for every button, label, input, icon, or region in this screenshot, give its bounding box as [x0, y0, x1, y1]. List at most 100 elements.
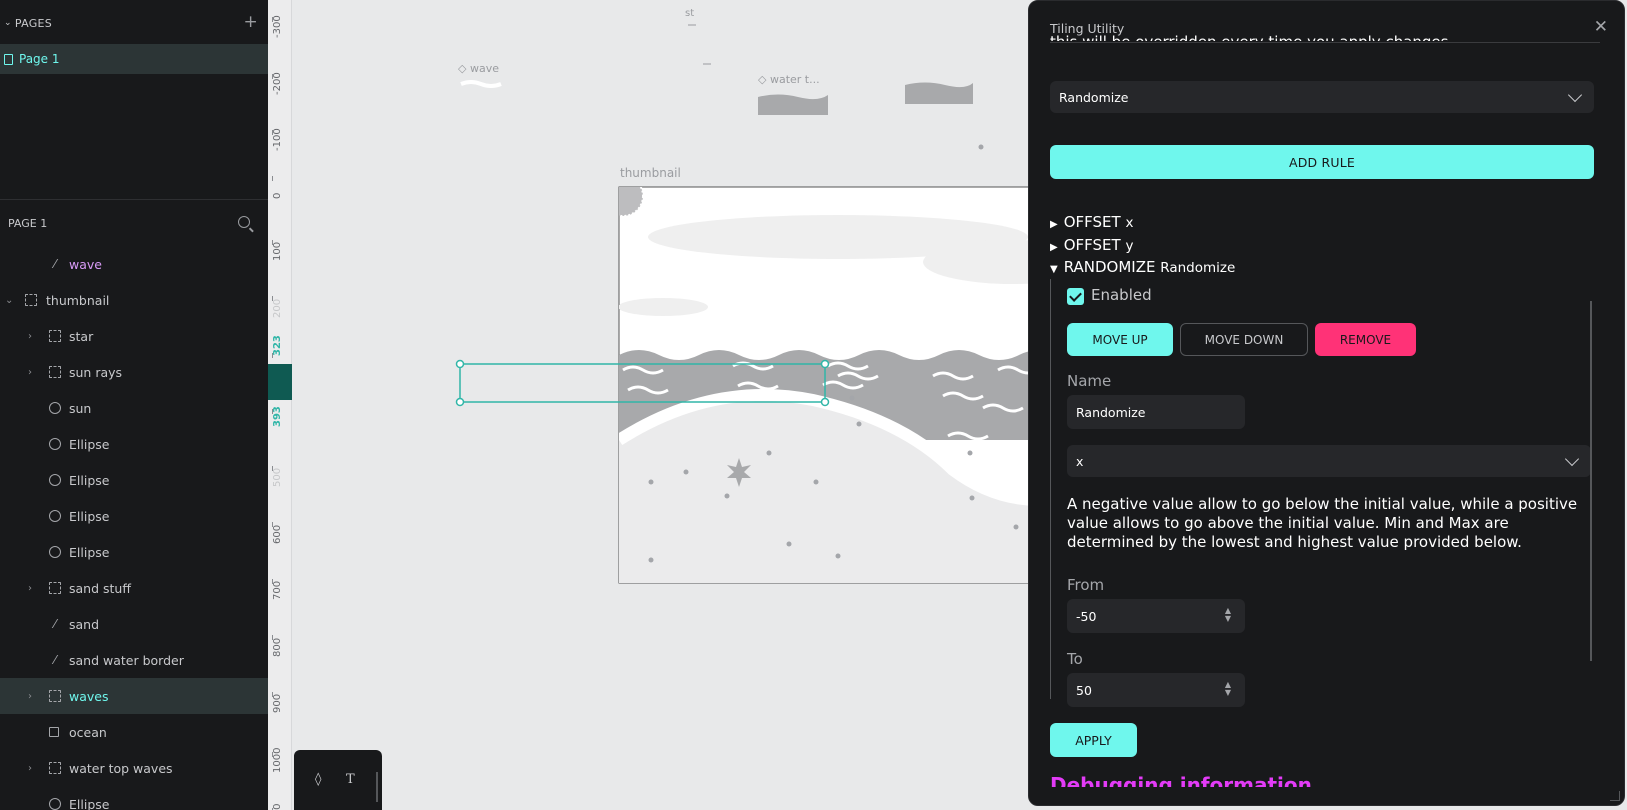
layer-row[interactable]: sun — [0, 390, 268, 426]
rule-type: RANDOMIZE — [1063, 258, 1156, 276]
ruler-tick-mark — [272, 578, 273, 584]
layer-label: Ellipse — [69, 472, 110, 488]
panel-scrollbar[interactable] — [1590, 301, 1592, 661]
chevron-right-icon[interactable]: › — [28, 763, 32, 774]
name-input-value: Randomize — [1076, 404, 1146, 420]
axis-select-value: x — [1076, 453, 1084, 469]
layer-label: thumbnail — [46, 292, 110, 308]
layer-row[interactable]: Ellipse — [0, 786, 268, 810]
layer-row[interactable]: Ellipse — [0, 462, 268, 498]
layer-row[interactable]: › sun rays — [0, 354, 268, 390]
debug-heading: Debugging information — [1050, 773, 1312, 787]
layer-row[interactable]: › waves — [0, 678, 268, 714]
toolbar-drag-handle[interactable] — [376, 772, 378, 802]
randomize-description: A negative value allow to go below the i… — [1067, 495, 1578, 551]
ruler-tick-mark — [272, 691, 273, 697]
triangle-right-icon: ▶ — [1050, 242, 1058, 253]
layer-row[interactable]: ocean — [0, 714, 268, 750]
layers-header-label: PAGE 1 — [8, 216, 48, 230]
ruler-selection-band — [268, 364, 292, 400]
axis-select[interactable]: x — [1067, 445, 1591, 477]
layer-row[interactable]: Ellipse — [0, 426, 268, 462]
board-icon — [49, 582, 61, 594]
rule-offset-x[interactable]: ▶ OFFSET x — [1050, 213, 1133, 231]
enabled-label: Enabled — [1091, 286, 1152, 304]
vertical-ruler: -300 -200 -100 0 100 200 500 600 700 800 900 1000 11… — [268, 0, 292, 810]
stepper-icon[interactable]: ▲ ▼ — [1223, 607, 1233, 623]
ruler-tick-label: -300 — [272, 15, 283, 38]
wave-component[interactable] — [460, 80, 502, 88]
layer-row[interactable]: › sand stuff — [0, 570, 268, 606]
move-up-button[interactable]: MOVE UP — [1067, 323, 1173, 356]
move-down-button[interactable]: MOVE DOWN — [1180, 323, 1308, 356]
chevron-right-icon[interactable]: › — [28, 367, 32, 378]
ruler-tick-mark — [272, 73, 273, 79]
water-top-waves-component[interactable] — [905, 82, 973, 105]
randomize-rule-body: Enabled MOVE UP MOVE DOWN REMOVE Name Ra… — [1050, 279, 1591, 707]
layer-label: Ellipse — [69, 796, 110, 810]
add-rule-button[interactable]: ADD RULE — [1050, 145, 1594, 179]
rule-randomize[interactable]: ▼ RANDOMIZE Randomize — [1050, 258, 1235, 276]
sidebar-divider[interactable] — [0, 199, 268, 200]
layer-row[interactable]: ⁄ sand water border — [0, 642, 268, 678]
enabled-checkbox[interactable] — [1067, 288, 1084, 305]
plus-icon[interactable]: + — [243, 12, 258, 32]
apply-button[interactable]: APPLY — [1050, 723, 1137, 757]
layer-row[interactable]: ⁄ sand — [0, 606, 268, 642]
page-item-label: Page 1 — [19, 52, 60, 66]
layer-label: sun — [69, 400, 92, 416]
rule-name: x — [1125, 215, 1134, 231]
chevron-down-icon[interactable]: ⌄ — [5, 295, 13, 306]
chevron-right-icon[interactable]: › — [28, 583, 32, 594]
layer-label: Ellipse — [69, 436, 110, 452]
layer-label: sand water border — [69, 652, 184, 668]
rule-offset-y[interactable]: ▶ OFFSET y — [1050, 236, 1133, 254]
page-item-page-1[interactable]: Page 1 — [0, 44, 268, 74]
name-label: Name — [1067, 372, 1112, 390]
path-icon: ⁄ — [53, 617, 56, 631]
stepper-icon[interactable]: ▲ ▼ — [1223, 681, 1233, 697]
chevron-down-icon: ⌄ — [4, 18, 12, 28]
pages-label: PAGES — [14, 16, 53, 30]
remove-button[interactable]: REMOVE — [1315, 323, 1416, 356]
document-icon — [4, 53, 13, 65]
layer-row[interactable]: ⁄ wave — [0, 246, 268, 282]
pages-section-header[interactable]: ⌄ PAGES + — [0, 10, 268, 36]
layer-row[interactable]: ⌄ thumbnail — [0, 282, 268, 318]
layer-row[interactable]: Ellipse — [0, 534, 268, 570]
dot — [978, 144, 984, 150]
water-top-waves-component[interactable] — [758, 94, 828, 116]
layer-row[interactable]: Ellipse — [0, 498, 268, 534]
layer-label: water top waves — [69, 760, 173, 776]
ruler-tick-label: 200 — [272, 298, 283, 318]
rule-type: OFFSET — [1063, 213, 1121, 231]
layer-row[interactable]: › water top waves — [0, 750, 268, 786]
chevron-right-icon[interactable]: › — [28, 691, 32, 702]
name-input[interactable]: Randomize — [1067, 395, 1245, 429]
ruler-tick-mark — [272, 522, 273, 527]
layer-label: wave — [69, 256, 102, 272]
chevron-down-icon — [1567, 87, 1583, 103]
ruler-tick-mark — [272, 17, 273, 22]
ruler-tick-label: 100 — [272, 241, 283, 261]
layer-row[interactable]: › star — [0, 318, 268, 354]
to-input[interactable]: 50 ▲ ▼ — [1067, 673, 1245, 707]
ruler-tick-mark — [272, 296, 273, 301]
text-icon[interactable]: T — [346, 772, 355, 787]
ruler-tick-label: 1000 — [272, 747, 283, 773]
from-input[interactable]: -50 ▲ ▼ — [1067, 599, 1245, 633]
to-label: To — [1067, 650, 1083, 668]
drop-icon[interactable]: ◊ — [315, 772, 321, 787]
layer-label: sand stuff — [69, 580, 131, 596]
layer-label: ocean — [69, 724, 107, 740]
board-icon — [25, 294, 37, 306]
rule-name: Randomize — [1160, 260, 1236, 276]
ruler-tick-label: 700 — [272, 580, 283, 600]
ellipse-icon — [49, 546, 61, 558]
rule-type-select[interactable]: Randomize — [1050, 81, 1594, 113]
resize-handle[interactable] — [1610, 791, 1620, 801]
board-icon — [49, 366, 61, 378]
search-icon[interactable] — [238, 216, 250, 228]
chevron-right-icon[interactable]: › — [28, 331, 32, 342]
path-icon: ⁄ — [53, 257, 56, 271]
